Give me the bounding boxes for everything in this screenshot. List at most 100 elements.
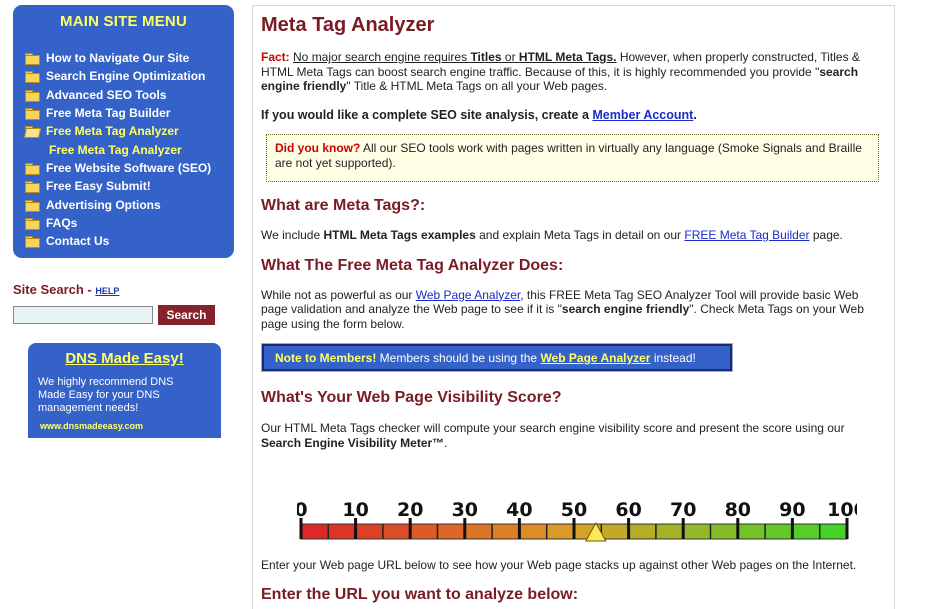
menu-item-label: Free Website Software (SEO): [46, 160, 212, 175]
fact-label: Fact:: [261, 50, 290, 64]
note-to-members-box: Note to Members! Members should be using…: [261, 343, 733, 372]
did-you-know-body: All our SEO tools work with pages writte…: [275, 141, 862, 170]
meter-tick-label: 90: [779, 499, 805, 521]
meter-segment: [819, 524, 848, 539]
meter-tick-label: 30: [452, 499, 478, 521]
menu-item-how-to-navigate[interactable]: How to Navigate Our Site: [25, 49, 234, 67]
visibility-paragraph: Our HTML Meta Tags checker will compute …: [261, 421, 886, 450]
meter-tick-label: 80: [725, 499, 751, 521]
what-are-text-end: page.: [809, 228, 843, 242]
meter-segment: [792, 524, 821, 539]
menu-item-website-software[interactable]: Free Website Software (SEO): [25, 159, 234, 177]
analyzer-does-bold: search engine friendly: [561, 302, 690, 316]
menu-item-faqs[interactable]: FAQs: [25, 214, 234, 232]
meter-tick-label: 70: [670, 499, 696, 521]
member-paragraph: If you would like a complete SEO site an…: [261, 108, 886, 123]
folder-icon: [25, 217, 40, 230]
meter-segment: [519, 524, 548, 539]
meter-segment: [437, 524, 466, 539]
menu-item-meta-tag-builder[interactable]: Free Meta Tag Builder: [25, 104, 234, 122]
meter-tick-label: 100: [827, 499, 857, 521]
fact-html-meta-tags: HTML Meta Tags.: [518, 50, 617, 64]
meter-segment: [328, 524, 357, 539]
menu-item-label: Free Meta Tag Analyzer: [46, 124, 179, 139]
meter-segment: [765, 524, 793, 539]
visibility-score-heading: What's Your Web Page Visibility Score?: [261, 389, 562, 406]
fact-paragraph: Fact: No major search engine requires Ti…: [261, 50, 886, 94]
menu-item-label: Advertising Options: [46, 197, 161, 212]
what-are-meta-tags-paragraph: We include HTML Meta Tags examples and e…: [261, 228, 886, 243]
meter-tick-label: 20: [397, 499, 423, 521]
site-search-label: Site Search - HELP: [13, 282, 119, 297]
fact-underlined-text: No major search engine requires: [293, 50, 471, 64]
site-search-text: Site Search -: [13, 282, 92, 297]
folder-open-icon: [25, 126, 38, 136]
did-you-know-label: Did you know?: [275, 141, 361, 155]
member-end: .: [693, 107, 697, 122]
what-are-meta-tags-heading: What are Meta Tags?:: [261, 197, 426, 214]
menu-item-label: Free Easy Submit!: [46, 179, 151, 194]
meter-tick-label: 50: [561, 499, 587, 521]
folder-icon: [25, 89, 40, 102]
menu-item-seo[interactable]: Search Engine Optimization: [25, 67, 234, 85]
search-button[interactable]: Search: [158, 305, 215, 325]
what-are-text: We include: [261, 228, 324, 242]
web-page-analyzer-link[interactable]: Web Page Analyzer: [416, 288, 521, 302]
meter-tick-label: 60: [615, 499, 641, 521]
fact-underlined: No major search engine requires Titles o…: [293, 50, 616, 64]
menu-title: MAIN SITE MENU: [60, 13, 187, 30]
did-you-know-text: Did you know? All our SEO tools work wit…: [275, 141, 870, 170]
folder-icon: [25, 53, 40, 66]
fact-text-end: " Title & HTML Meta Tags on all your Web…: [346, 79, 608, 93]
menu-item-label: How to Navigate Our Site: [46, 51, 190, 66]
note-text-end: instead!: [650, 351, 696, 365]
meter-segment: [410, 524, 438, 539]
what-are-text-mid: and explain Meta Tags in detail on our: [475, 228, 685, 242]
visibility-meter: 0 10 20 30 40 50 60 70 80 90 100: [297, 499, 857, 542]
folder-icon: [25, 199, 40, 212]
meter-segment: [655, 524, 684, 539]
enter-url-instructions: Enter your Web page URL below to see how…: [261, 558, 857, 572]
analyzer-does-heading: What The Free Meta Tag Analyzer Does:: [261, 256, 564, 274]
menu-item-label: FAQs: [46, 215, 78, 230]
meter-segment: [355, 524, 384, 539]
folder-icon: [25, 236, 40, 249]
meter-segment: [301, 524, 329, 539]
meter-tick-label: 40: [506, 499, 532, 521]
dns-made-easy-ad[interactable]: DNS Made Easy! We highly recommend DNS M…: [28, 343, 221, 438]
dns-title[interactable]: DNS Made Easy!: [38, 350, 211, 372]
site-search-input[interactable]: [13, 306, 153, 324]
menu-item-label: Search Engine Optimization: [46, 69, 206, 84]
analyzer-does-paragraph: While not as powerful as our Web Page An…: [261, 288, 886, 332]
member-text: If you would like a complete SEO site an…: [261, 107, 593, 122]
dns-url[interactable]: www.dnsmadeeasy.com: [38, 421, 211, 431]
meter-segment: [737, 524, 766, 539]
analyzer-does-text: While not as powerful as our: [261, 287, 416, 302]
note-web-page-analyzer-link[interactable]: Web Page Analyzer: [540, 351, 650, 365]
fact-titles: Titles: [470, 50, 502, 64]
member-account-link[interactable]: Member Account: [592, 108, 693, 122]
did-you-know-box: Did you know? All our SEO tools work wit…: [266, 134, 879, 182]
site-search-help-link[interactable]: HELP: [95, 286, 119, 296]
meta-tag-builder-link[interactable]: FREE Meta Tag Builder: [684, 228, 809, 242]
menu-item-meta-tag-analyzer[interactable]: Free Meta Tag Analyzer: [25, 122, 234, 140]
note-text: Members should be using the: [376, 351, 541, 365]
meter-segment: [492, 524, 520, 539]
menu-item-contact[interactable]: Contact Us: [25, 232, 234, 250]
menu-item-label: Free Meta Tag Builder: [46, 106, 171, 121]
menu-item-label: Free Meta Tag Analyzer: [49, 142, 182, 157]
folder-icon: [25, 71, 40, 84]
page-title: Meta Tag Analyzer: [261, 14, 435, 36]
main-site-menu: MAIN SITE MENU How to Navigate Our Site …: [13, 5, 234, 258]
meter-segment: [628, 524, 657, 539]
menu-item-advanced-seo-tools[interactable]: Advanced SEO Tools: [25, 86, 234, 104]
menu-item-easy-submit[interactable]: Free Easy Submit!: [25, 177, 234, 195]
main-content: Meta Tag Analyzer Fact: No major search …: [252, 5, 895, 609]
submenu-item-meta-tag-analyzer[interactable]: Free Meta Tag Analyzer: [25, 140, 234, 158]
menu-item-advertising[interactable]: Advertising Options: [25, 195, 234, 213]
enter-url-heading: Enter the URL you want to analyze below:: [261, 586, 579, 603]
folder-icon: [25, 108, 40, 121]
meter-segment: [710, 524, 739, 539]
fact-or: or: [501, 50, 519, 64]
meter-segment: [382, 524, 411, 539]
